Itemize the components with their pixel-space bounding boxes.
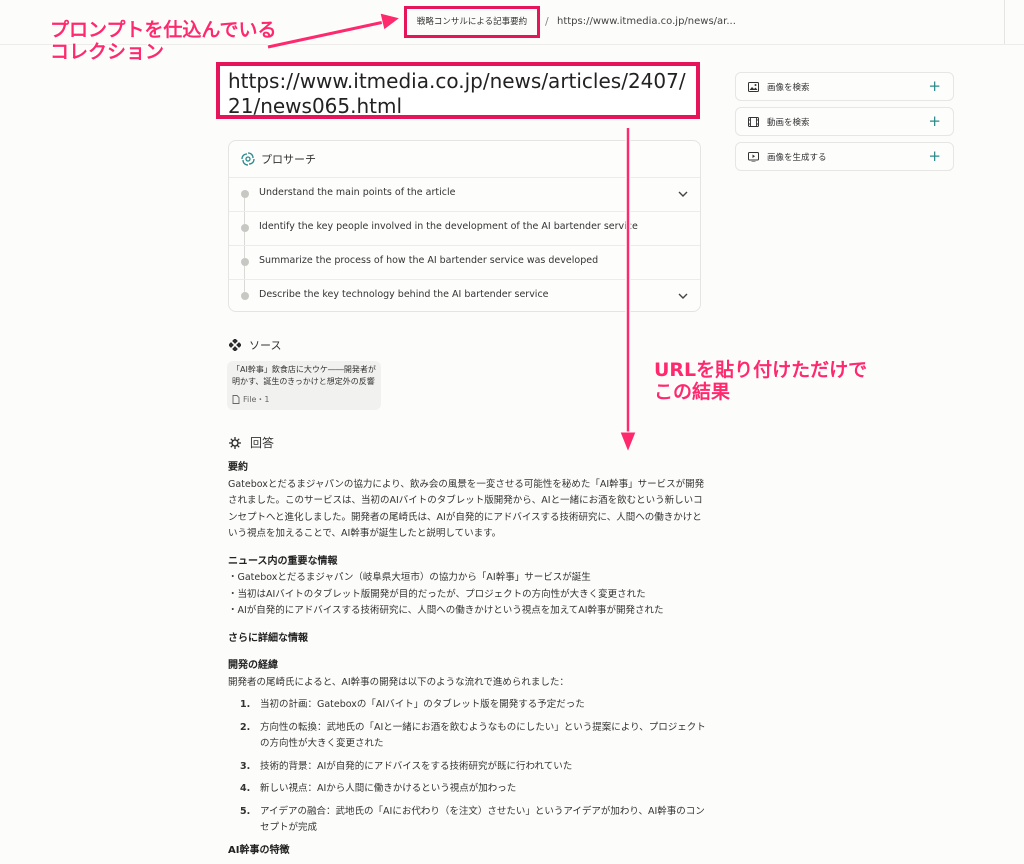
video-icon bbox=[748, 116, 759, 127]
query-title: https://www.itmedia.co.jp/news/articles/… bbox=[216, 62, 700, 119]
source-meta-text: File・1 bbox=[243, 395, 270, 404]
file-icon bbox=[232, 395, 240, 404]
step-connector bbox=[244, 212, 245, 224]
pro-search-step[interactable]: Describe the key technology behind the A… bbox=[229, 279, 700, 313]
annotation-collection: プロンプトを仕込んでいる コレクション bbox=[50, 19, 277, 63]
step-connector bbox=[244, 232, 245, 245]
process-intro: 開発者の尾崎氏によると、AI幹事の開発は以下のような流れで進められました： bbox=[228, 676, 569, 688]
source-meta: File・1 bbox=[232, 394, 376, 405]
divider bbox=[1004, 0, 1005, 44]
plus-icon[interactable]: + bbox=[928, 149, 941, 164]
generate-image-icon bbox=[748, 151, 759, 162]
process-heading: 開発の経緯 bbox=[228, 660, 278, 671]
step-connector bbox=[244, 266, 245, 279]
search-images-button[interactable]: 画像を検索 + bbox=[735, 72, 954, 101]
annotation-result: URLを貼り付けただけで この結果 bbox=[654, 359, 868, 403]
detail-heading: さらに詳細な情報 bbox=[228, 632, 308, 644]
features-heading: AI幹事の特徴 bbox=[228, 844, 290, 856]
answer-icon bbox=[229, 436, 241, 449]
news-item: ・当初はAIバイトのタブレット版開発が目的だったが、プロジェクトの方向性が大きく… bbox=[228, 588, 646, 600]
news-item: ・Gateboxとだるまジャパン（岐阜県大垣市）の協力から「AI幹事」サービスが… bbox=[228, 572, 591, 583]
pro-search-step[interactable]: Summarize the process of how the AI bart… bbox=[229, 245, 700, 279]
step-text: Identify the key people involved in the … bbox=[259, 221, 638, 232]
answer-header: 回答 bbox=[228, 434, 274, 451]
chevron-down-icon[interactable] bbox=[676, 289, 690, 303]
process-list: 1. 当初の計画：Gateboxの「AIバイト」のタブレット版を開発する予定だった… bbox=[228, 697, 708, 837]
pro-search-header: プロサーチ bbox=[241, 151, 316, 167]
sources-title: ソース bbox=[249, 339, 282, 352]
plus-icon[interactable]: + bbox=[928, 114, 941, 129]
summary-heading: 要約 bbox=[228, 462, 248, 473]
generate-image-button[interactable]: 画像を生成する + bbox=[735, 142, 954, 171]
step-dot-icon bbox=[241, 292, 249, 300]
step-dot-icon bbox=[241, 258, 249, 266]
answer-title: 回答 bbox=[250, 436, 275, 450]
sources-header: ソース bbox=[229, 337, 281, 353]
list-item: 2. 方向性の転換：武地氏の「AIと一緒にお酒を飲むようなものにしたい」という提案… bbox=[240, 721, 706, 750]
list-item: 1. 当初の計画：Gateboxの「AIバイト」のタブレット版を開発する予定だった bbox=[240, 699, 585, 710]
image-icon bbox=[748, 81, 759, 92]
step-connector bbox=[244, 198, 245, 211]
breadcrumb-separator: / bbox=[545, 15, 549, 28]
source-card[interactable]: 「AI幹事」飲食店に大ウケ――開発者が明かす、誕生のきっかけと想定外の反響 人.… bbox=[227, 361, 381, 410]
breadcrumb-collection[interactable]: 戦略コンサルによる記事要約 bbox=[404, 6, 540, 38]
source-title: 「AI幹事」飲食店に大ウケ――開発者が明かす、誕生のきっかけと想定外の反響 人.… bbox=[232, 365, 376, 386]
search-images-label: 画像を検索 bbox=[767, 82, 810, 93]
step-dot-icon bbox=[241, 190, 249, 198]
pro-search-step[interactable]: Identify the key people involved in the … bbox=[229, 211, 700, 245]
news-heading: ニュース内の重要な情報 bbox=[228, 555, 338, 567]
search-videos-button[interactable]: 動画を検索 + bbox=[735, 107, 954, 136]
step-connector bbox=[244, 246, 245, 258]
step-dot-icon bbox=[241, 224, 249, 232]
answer-body: 要約 Gateboxとだるまジャパンの協力により、飲み会の風景を一変させる可能性… bbox=[228, 460, 708, 859]
breadcrumb-page: https://www.itmedia.co.jp/news/ar... bbox=[557, 16, 736, 27]
pro-search-step[interactable]: Understand the main points of the articl… bbox=[229, 177, 700, 211]
step-text: Summarize the process of how the AI bart… bbox=[259, 255, 599, 266]
list-item: 4. 新しい視点：AIから人間に働きかけるという視点が加わった bbox=[240, 783, 517, 794]
plus-icon[interactable]: + bbox=[928, 79, 941, 94]
chevron-down-icon[interactable] bbox=[676, 187, 690, 201]
pro-search-title: プロサーチ bbox=[261, 153, 316, 166]
sources-icon bbox=[229, 339, 241, 351]
list-item: 3. 技術的背景：AIが自発的にアドバイスをする技術研究が既に行われていた bbox=[240, 760, 573, 772]
step-connector bbox=[244, 280, 245, 292]
step-text: Understand the main points of the articl… bbox=[259, 187, 456, 198]
news-item: ・AIが自発的にアドバイスする技術研究に、人間への働きかけという視点を加えてAI… bbox=[228, 605, 664, 616]
list-item: 5. アイデアの融合：武地氏の「AIにお代わり（を注文）させたい」というアイデアが… bbox=[240, 805, 705, 834]
pro-search-card: プロサーチ Understand the main points of the … bbox=[228, 140, 701, 312]
step-text: Describe the key technology behind the A… bbox=[259, 289, 549, 300]
generate-image-label: 画像を生成する bbox=[767, 152, 827, 163]
pro-search-icon bbox=[241, 152, 255, 166]
search-videos-label: 動画を検索 bbox=[767, 117, 810, 128]
summary-text: Gateboxとだるまジャパンの協力により、飲み会の風景を一変させる可能性を秘め… bbox=[228, 478, 705, 540]
